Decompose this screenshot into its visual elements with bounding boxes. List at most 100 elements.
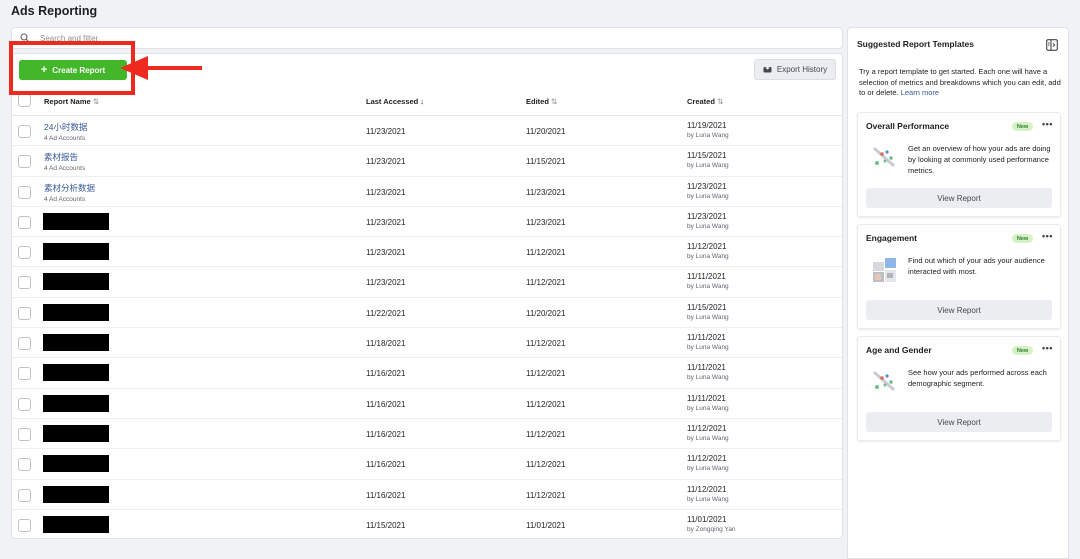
redacted-report-name[interactable]	[43, 303, 109, 321]
created-cell: 11/11/2021	[687, 393, 726, 403]
table-row[interactable]: 24小时数据 4 Ad Accounts 11/23/2021 11/20/202…	[12, 116, 842, 147]
reports-table: + Create Report Export History Report Na…	[11, 53, 843, 539]
table-row[interactable]: 素材报告 4 Ad Accounts 11/23/2021 11/15/2021 …	[12, 146, 842, 177]
table-row[interactable]: 11/23/2021 11/12/2021 11/12/2021 by Luna Wa…	[12, 237, 842, 268]
created-by: by Luna Wang	[687, 495, 729, 503]
ad-accounts-count: 4 Ad Accounts	[44, 135, 86, 142]
select-all-checkbox[interactable]	[18, 94, 31, 107]
table-row[interactable]: 11/16/2021 11/12/2021 11/12/2021 by Luna Wa…	[12, 449, 842, 480]
row-checkbox[interactable]	[18, 397, 31, 411]
edited-cell: 11/12/2021	[526, 429, 566, 439]
table-row[interactable]: 11/22/2021 11/20/2021 11/15/2021 by Luna Wa…	[12, 298, 842, 329]
row-checkbox[interactable]	[18, 276, 31, 290]
created-by: by Luna Wang	[687, 222, 729, 230]
panel-title: Suggested Report Templates	[857, 39, 974, 49]
row-checkbox[interactable]	[18, 518, 31, 532]
view-report-button[interactable]: View Report	[866, 188, 1052, 208]
view-report-button[interactable]: View Report	[866, 412, 1052, 432]
suggested-templates-panel: Suggested Report Templates Try a report …	[847, 27, 1069, 559]
template-card-engagement: Engagement New ••• Find out which of you…	[857, 224, 1061, 329]
edited-cell: 11/12/2021	[526, 248, 566, 258]
table-row[interactable]: 素材分析数据 4 Ad Accounts 11/23/2021 11/23/202…	[12, 177, 842, 207]
edited-cell: 11/12/2021	[526, 460, 566, 470]
report-name-link[interactable]: 素材分析数据	[44, 182, 95, 194]
table-row[interactable]: 11/18/2021 11/12/2021 11/11/2021 by Luna Wa…	[12, 328, 842, 359]
last-accessed-cell: 11/16/2021	[366, 460, 406, 470]
collapse-panel-icon[interactable]	[1046, 38, 1058, 56]
edited-cell: 11/15/2021	[526, 157, 566, 167]
header-report-name[interactable]: Report Name ⇅	[44, 97, 99, 106]
last-accessed-cell: 11/23/2021	[366, 217, 406, 227]
report-name-link[interactable]: 24小时数据	[44, 121, 87, 133]
view-report-button[interactable]: View Report	[866, 300, 1052, 320]
redacted-report-name[interactable]	[43, 515, 109, 533]
row-checkbox[interactable]	[18, 427, 31, 441]
panel-description: Try a report template to get started. Ea…	[859, 67, 1061, 97]
row-checkbox[interactable]	[18, 367, 31, 381]
template-title: Engagement	[866, 233, 918, 243]
table-row[interactable]: 11/16/2021 11/12/2021 11/11/2021 by Luna Wa…	[12, 358, 842, 389]
created-by: by Luna Wang	[687, 162, 729, 170]
more-options-icon[interactable]: •••	[1042, 119, 1053, 129]
export-history-label: Export History	[776, 65, 828, 74]
redacted-report-name[interactable]	[43, 394, 109, 412]
redacted-report-name[interactable]	[43, 212, 109, 230]
new-badge: New	[1012, 346, 1033, 355]
row-checkbox[interactable]	[18, 125, 31, 138]
created-cell: 11/12/2021	[687, 454, 727, 464]
row-checkbox[interactable]	[18, 337, 31, 351]
created-cell: 11/11/2021	[687, 333, 726, 343]
last-accessed-cell: 11/23/2021	[366, 127, 406, 136]
create-report-button[interactable]: + Create Report	[19, 60, 127, 80]
table-row[interactable]: 11/15/2021 11/01/2021 11/01/2021 by Zongqin…	[12, 510, 842, 538]
table-row[interactable]: 11/23/2021 11/12/2021 11/11/2021 by Luna Wa…	[12, 267, 842, 298]
template-card-age-gender: Age and Gender New ••• See how your ads …	[857, 336, 1061, 441]
redacted-report-name[interactable]	[43, 364, 109, 382]
edited-cell: 11/23/2021	[526, 217, 566, 227]
row-checkbox[interactable]	[18, 185, 31, 199]
row-checkbox[interactable]	[18, 488, 31, 502]
last-accessed-cell: 11/23/2021	[366, 248, 406, 258]
edited-cell: 11/01/2021	[526, 520, 566, 530]
header-edited[interactable]: Edited ⇅	[526, 97, 557, 106]
header-last-accessed[interactable]: Last Accessed ↓	[366, 97, 424, 106]
redacted-report-name[interactable]	[43, 243, 109, 261]
new-badge: New	[1012, 122, 1033, 131]
table-header: Report Name ⇅ Last Accessed ↓ Edited ⇅ Crea…	[12, 86, 842, 116]
more-options-icon[interactable]: •••	[1042, 343, 1053, 353]
export-history-button[interactable]: Export History	[754, 59, 836, 80]
row-checkbox[interactable]	[18, 306, 31, 320]
redacted-report-name[interactable]	[43, 424, 109, 442]
search-icon	[20, 33, 30, 43]
table-row[interactable]: 11/23/2021 11/23/2021 11/23/2021 by Luna Wa…	[12, 207, 842, 238]
created-by: by Luna Wang	[687, 374, 729, 382]
search-bar[interactable]	[11, 27, 843, 49]
more-options-icon[interactable]: •••	[1042, 231, 1053, 241]
learn-more-link[interactable]: Learn more	[901, 88, 939, 97]
row-checkbox[interactable]	[18, 155, 31, 169]
ad-accounts-count: 4 Ad Accounts	[44, 195, 86, 203]
header-created[interactable]: Created ⇅	[687, 97, 723, 106]
redacted-report-name[interactable]	[43, 273, 109, 291]
edited-cell: 11/23/2021	[526, 187, 566, 197]
edited-cell: 11/12/2021	[526, 278, 566, 288]
row-checkbox[interactable]	[18, 246, 31, 260]
sort-desc-icon: ↓	[420, 97, 425, 106]
row-checkbox[interactable]	[18, 458, 31, 472]
redacted-report-name[interactable]	[43, 334, 109, 352]
template-title: Age and Gender	[866, 345, 932, 355]
redacted-report-name[interactable]	[43, 455, 109, 473]
search-input[interactable]	[40, 33, 340, 43]
report-name-link[interactable]: 素材报告	[44, 151, 85, 163]
redacted-report-name[interactable]	[43, 485, 109, 503]
table-row[interactable]: 11/16/2021 11/12/2021 11/11/2021 by Luna Wa…	[12, 389, 842, 419]
row-checkbox[interactable]	[18, 215, 31, 229]
edited-cell: 11/20/2021	[526, 308, 566, 318]
created-cell: 11/01/2021	[687, 514, 727, 524]
created-cell: 11/15/2021	[687, 151, 727, 161]
template-title: Overall Performance	[866, 121, 950, 131]
table-row[interactable]: 11/16/2021 11/12/2021 11/12/2021 by Luna Wa…	[12, 419, 842, 450]
table-row[interactable]: 11/16/2021 11/12/2021 11/12/2021 by Luna Wa…	[12, 480, 842, 510]
created-by: by Luna Wang	[687, 404, 729, 412]
last-accessed-cell: 11/16/2021	[366, 429, 406, 439]
